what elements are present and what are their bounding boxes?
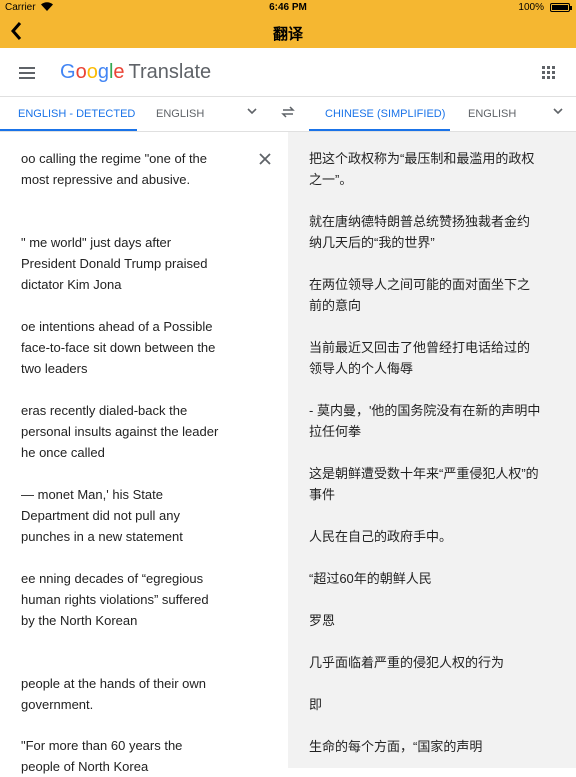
translation-paragraph: 这是朝鲜遭受数十年来“严重侵犯人权”的事件	[309, 466, 539, 502]
translation-paragraph: 就在唐纳德特朗普总统赞扬独裁者金约纳几天后的“我的世界”	[309, 214, 531, 250]
translation-paragraph: 即	[309, 697, 323, 712]
translation-paragraph: 在两位领导人之间可能的面对面坐下之前的意向	[309, 277, 531, 313]
translation-paragraph: 人民在自己的政府手中。	[309, 529, 453, 544]
source-paragraph: oo calling the regime "one of the most r…	[21, 151, 208, 187]
battery-icon	[550, 3, 572, 12]
source-paragraph: "For more than 60 years the people of No…	[21, 738, 183, 774]
translation-panel: 把这个政权称为“最压制和最滥用的政权之一”。 就在唐纳德特朗普总统赞扬独裁者金约…	[288, 132, 576, 768]
tab-target-chinese[interactable]: CHINESE (SIMPLIFIED)	[325, 108, 445, 120]
translation-paragraph: 罗恩	[309, 613, 336, 628]
apps-grid-icon[interactable]	[542, 66, 555, 79]
translation-paragraph: 几乎面临着严重的侵犯人权的行为	[309, 655, 505, 670]
source-language-chevron-down-icon[interactable]	[246, 105, 258, 120]
source-paragraph: eras recently dialed-back the personal i…	[21, 403, 219, 460]
translation-paragraph: “超过60年的朝鲜人民	[309, 571, 432, 586]
source-tab-indicator	[0, 129, 137, 131]
translation-paragraph: 当前最近又回击了他曾经打电话给过的领导人的个人侮辱	[309, 340, 531, 376]
nav-bar: 翻译	[0, 16, 576, 48]
google-header: Google Translate	[0, 48, 576, 97]
source-paragraph: people at the hands of their own governm…	[21, 676, 207, 712]
source-paragraph: oe intentions ahead of a Possible face-t…	[21, 319, 216, 376]
tab-source-detected[interactable]: ENGLISH - DETECTED	[18, 108, 135, 120]
swap-languages-icon[interactable]	[280, 104, 296, 123]
clear-text-close-icon[interactable]	[258, 150, 272, 171]
target-tab-indicator	[309, 129, 450, 131]
status-time: 6:46 PM	[269, 2, 307, 13]
translation-paragraph: 生命的每个方面，“国家的声明	[309, 739, 483, 754]
source-paragraph: — monet Man,' his State Department did n…	[21, 487, 183, 544]
translation-paragraph: - 莫内曼，'他的国务院没有在新的声明中拉任何拳	[309, 403, 541, 439]
menu-icon[interactable]	[19, 67, 35, 79]
source-text-panel[interactable]: oo calling the regime "one of the most r…	[0, 132, 288, 774]
tab-target-english[interactable]: ENGLISH	[468, 108, 516, 120]
target-language-chevron-down-icon[interactable]	[552, 105, 564, 120]
tab-source-english[interactable]: ENGLISH	[156, 108, 204, 120]
source-paragraph: " me world" just days after President Do…	[21, 235, 208, 292]
source-paragraph: ee nning decades of “egregious human rig…	[21, 571, 209, 628]
status-bar: Carrier 6:46 PM 100%	[0, 0, 576, 16]
translation-paragraph: 把这个政权称为“最压制和最滥用的政权之一”。	[309, 151, 535, 187]
battery-percentage: 100%	[518, 2, 544, 13]
language-bar: ENGLISH - DETECTED ENGLISH CHINESE (SIMP…	[0, 97, 576, 132]
page-title: 翻译	[272, 26, 303, 43]
google-translate-logo: Google Translate	[60, 61, 212, 83]
product-name: Translate	[128, 61, 212, 83]
